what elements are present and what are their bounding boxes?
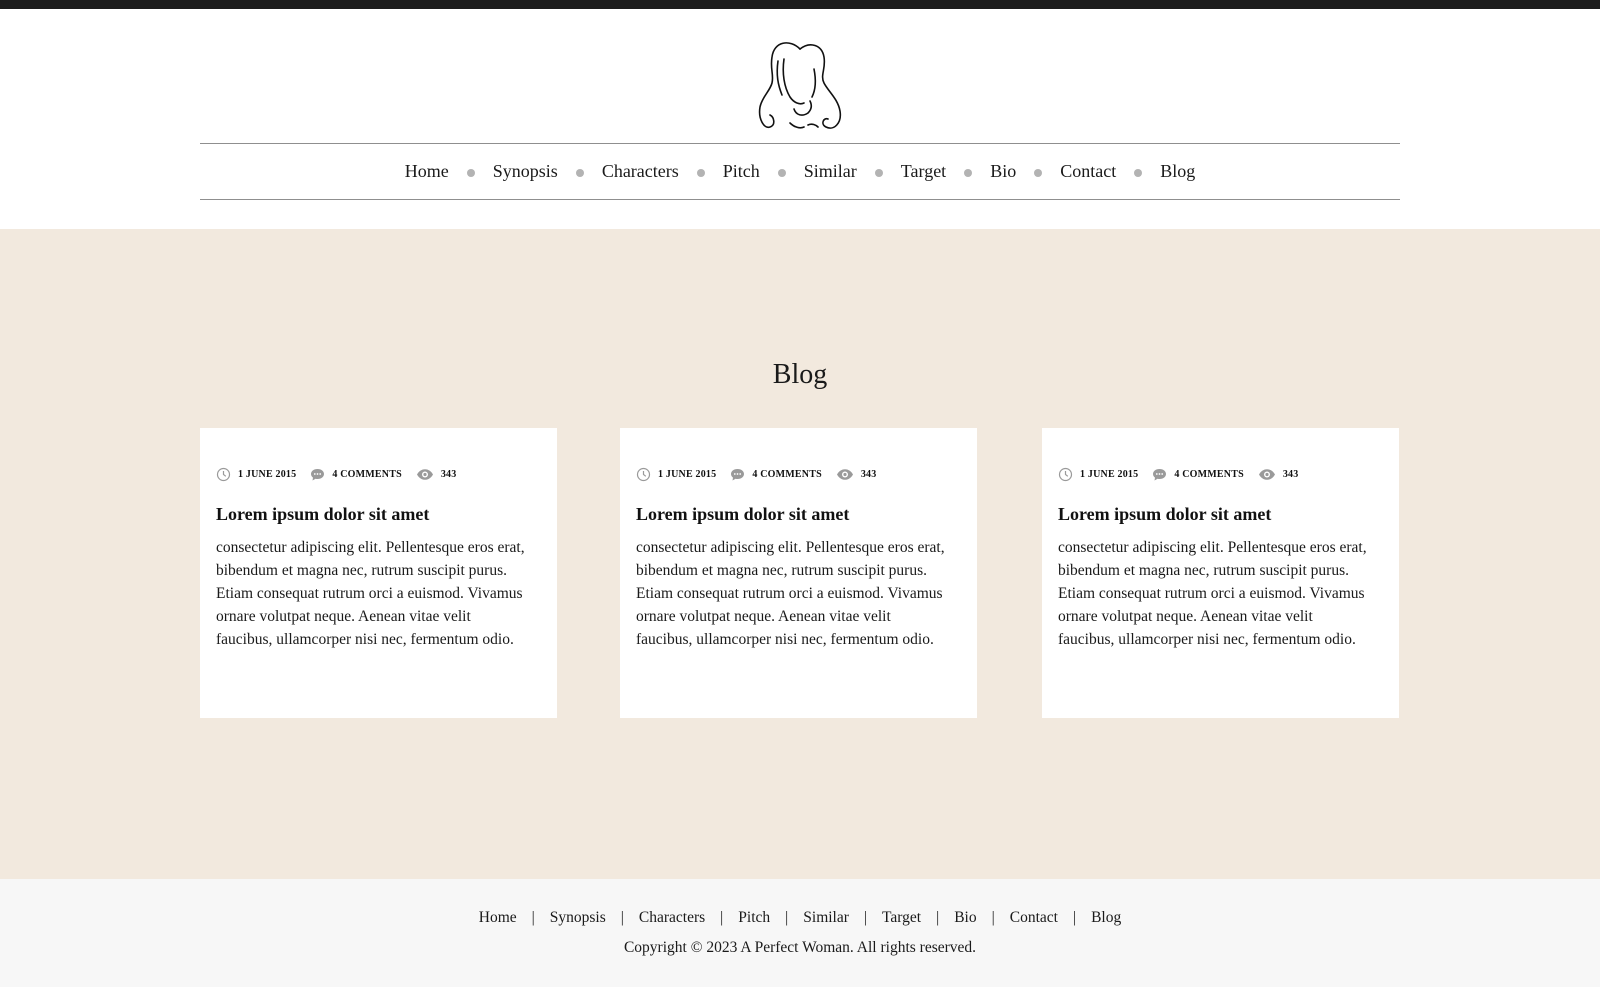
comment-bubble-icon <box>311 469 325 481</box>
clock-icon <box>636 467 651 482</box>
footer-separator: | <box>936 909 940 926</box>
footer-link-target[interactable]: Target <box>882 909 921 927</box>
nav-separator-dot <box>466 169 475 177</box>
post-views: 343 <box>1282 469 1299 480</box>
site-footer: Home | Synopsis | Characters | Pitch | S… <box>0 879 1600 987</box>
post-title[interactable]: Lorem ipsum dolor sit amet <box>636 504 849 525</box>
nav-item-characters[interactable]: Characters <box>602 161 679 182</box>
nav-item-contact[interactable]: Contact <box>1060 161 1116 182</box>
copyright-text: Copyright © 2023 A Perfect Woman. All ri… <box>623 939 977 956</box>
nav-item-blog[interactable]: Blog <box>1160 161 1195 182</box>
post-excerpt: consectetur adipiscing elit. Pellentesqu… <box>216 539 525 648</box>
footer-link-synopsis[interactable]: Synopsis <box>550 909 606 927</box>
nav-separator-dot <box>1134 169 1143 177</box>
footer-link-contact[interactable]: Contact <box>1010 909 1058 927</box>
nav-item-home[interactable]: Home <box>405 161 449 182</box>
footer-separator: | <box>720 909 724 926</box>
footer-separator: | <box>531 909 535 926</box>
post-meta: 1 JUNE 2015 4 COMMENTS 343 <box>1058 467 1312 482</box>
blog-post-card[interactable]: 1 JUNE 2015 4 COMMENTS 343 Lorem ipsum d… <box>200 428 557 718</box>
eye-icon <box>416 469 433 480</box>
footer-link-home[interactable]: Home <box>479 909 517 927</box>
page-title: Blog <box>772 359 828 390</box>
post-meta: 1 JUNE 2015 4 COMMENTS 343 <box>636 467 890 482</box>
post-date: 1 JUNE 2015 <box>658 469 717 480</box>
nav-separator-dot <box>696 169 705 177</box>
footer-link-characters[interactable]: Characters <box>639 909 705 927</box>
top-bar <box>0 0 1600 9</box>
blog-post-card[interactable]: 1 JUNE 2015 4 COMMENTS 343 Lorem ipsum d… <box>620 428 977 718</box>
clock-icon <box>1058 467 1073 482</box>
footer-separator: | <box>785 909 789 926</box>
post-meta: 1 JUNE 2015 4 COMMENTS 343 <box>216 467 470 482</box>
clock-icon <box>216 467 231 482</box>
footer-nav: Home | Synopsis | Characters | Pitch | S… <box>0 909 1600 927</box>
post-views: 343 <box>440 469 457 480</box>
nav-separator-dot <box>874 169 883 177</box>
nav-separator-dot <box>777 169 786 177</box>
nav-item-synopsis[interactable]: Synopsis <box>493 161 558 182</box>
post-title[interactable]: Lorem ipsum dolor sit amet <box>1058 504 1271 525</box>
blog-section: Blog 1 JUNE 2015 4 COMMENTS 343 Lorem ip… <box>0 229 1600 879</box>
nav-separator-dot <box>575 169 584 177</box>
post-excerpt: consectetur adipiscing elit. Pellentesqu… <box>1058 539 1367 648</box>
main-nav: Home Synopsis Characters Pitch Similar T… <box>200 143 1400 200</box>
post-date: 1 JUNE 2015 <box>238 469 297 480</box>
footer-separator: | <box>991 909 995 926</box>
woman-silhouette-logo[interactable] <box>754 39 846 133</box>
nav-item-target[interactable]: Target <box>901 161 946 182</box>
nav-item-bio[interactable]: Bio <box>990 161 1016 182</box>
nav-separator-dot <box>1034 169 1043 177</box>
footer-separator: | <box>1072 909 1077 926</box>
post-comments[interactable]: 4 COMMENTS <box>332 469 402 480</box>
post-comments[interactable]: 4 COMMENTS <box>752 469 822 480</box>
comment-bubble-icon <box>1153 469 1167 481</box>
comment-bubble-icon <box>731 469 745 481</box>
eye-icon <box>1258 469 1275 480</box>
nav-separator-dot <box>964 169 973 177</box>
post-excerpt: consectetur adipiscing elit. Pellentesqu… <box>636 539 945 648</box>
footer-link-blog[interactable]: Blog <box>1091 909 1121 927</box>
blog-post-card[interactable]: 1 JUNE 2015 4 COMMENTS 343 Lorem ipsum d… <box>1042 428 1399 718</box>
footer-link-pitch[interactable]: Pitch <box>738 909 770 927</box>
footer-separator: | <box>863 909 868 926</box>
post-views: 343 <box>860 469 877 480</box>
footer-separator: | <box>620 909 624 926</box>
nav-item-pitch[interactable]: Pitch <box>723 161 760 182</box>
eye-icon <box>836 469 853 480</box>
post-title[interactable]: Lorem ipsum dolor sit amet <box>216 504 429 525</box>
post-comments[interactable]: 4 COMMENTS <box>1174 469 1244 480</box>
footer-link-bio[interactable]: Bio <box>954 909 976 927</box>
site-header: Home Synopsis Characters Pitch Similar T… <box>0 9 1600 229</box>
post-date: 1 JUNE 2015 <box>1080 469 1139 480</box>
footer-link-similar[interactable]: Similar <box>803 909 849 927</box>
nav-item-similar[interactable]: Similar <box>804 161 857 182</box>
